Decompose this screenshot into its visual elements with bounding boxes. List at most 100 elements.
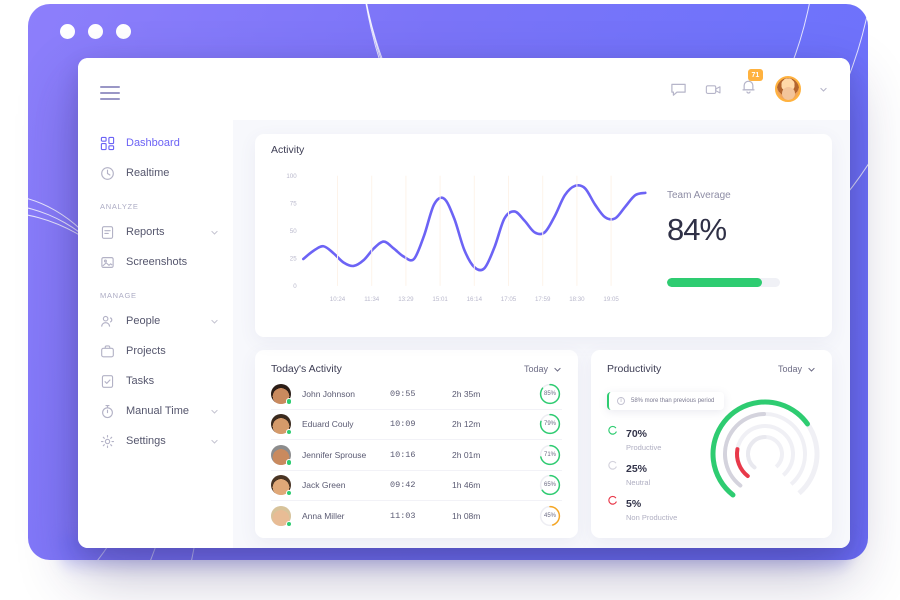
sidebar-item-label: Reports xyxy=(126,226,165,238)
document-icon xyxy=(101,225,114,239)
row-percent-ring: 79% xyxy=(538,412,562,436)
sidebar-section-manage: MANAGE xyxy=(100,291,137,300)
legend-value: 25% xyxy=(626,463,648,475)
stopwatch-icon xyxy=(102,404,113,418)
row-start-time: 10:16 xyxy=(390,449,416,460)
chevron-down-icon[interactable] xyxy=(210,317,219,326)
activity-rows: John Johnson 09:55 2h 35m 85% Eduard Couly 10… xyxy=(255,379,578,532)
notification-badge: 71 xyxy=(748,69,763,81)
row-percent-ring: 85% xyxy=(538,382,562,406)
activity-chart-card: Activity 0 25 50 75 100 10:24 11:34 13:29 15:01 1… xyxy=(255,134,832,337)
activity-chart: Activity 0 25 50 75 100 10:24 11:34 13:29 15:01 1… xyxy=(271,144,651,327)
legend-value: 5% xyxy=(626,498,642,510)
clock-icon xyxy=(101,166,114,180)
table-row[interactable]: Jack Green 09:42 1h 46m 65% xyxy=(271,471,562,501)
chevron-down-icon[interactable] xyxy=(210,437,219,446)
sidebar-item-screenshots[interactable]: Screenshots xyxy=(78,247,233,277)
row-percent-label: 79% xyxy=(543,421,556,428)
row-name: Jennifer Sprouse xyxy=(302,449,367,460)
avatar xyxy=(271,414,292,436)
avatar xyxy=(271,506,292,528)
sidebar-item-manual-time[interactable]: Manual Time xyxy=(78,396,233,426)
sidebar-item-label: Realtime xyxy=(126,167,170,179)
table-row[interactable]: Anna Miller 11:03 1h 08m 45% xyxy=(271,501,562,532)
sidebar-item-label: Dashboard xyxy=(126,137,180,149)
productivity-donut-chart xyxy=(704,393,826,515)
online-status-dot xyxy=(285,520,292,528)
today-filter-dropdown[interactable]: Today xyxy=(524,364,562,374)
team-average-panel: Team Average 84% xyxy=(651,148,816,327)
row-start-time: 10:09 xyxy=(390,419,416,430)
sidebar-item-label: Projects xyxy=(126,345,166,357)
sidebar-item-label: Tasks xyxy=(126,375,155,387)
screenshot-root: Dashboard Realtime ANALYZE Reports Scree… xyxy=(0,0,900,600)
close-button[interactable] xyxy=(60,24,75,39)
team-average-progressbar xyxy=(667,278,780,287)
sidebar-item-dashboard[interactable]: Dashboard xyxy=(78,128,233,158)
note-text: 58% more than previous period xyxy=(631,398,715,404)
row-duration: 2h 01m xyxy=(452,449,481,460)
maximize-button[interactable] xyxy=(116,24,131,39)
panel-title: Productivity xyxy=(607,363,662,375)
table-row[interactable]: Jennifer Sprouse 10:16 2h 01m 71% xyxy=(271,440,562,471)
today-filter-dropdown[interactable]: Today xyxy=(778,364,816,374)
row-percent-label: 45% xyxy=(543,513,556,520)
legend-ring-icon xyxy=(608,460,617,470)
panel-title: Today's Activity xyxy=(271,363,342,375)
chevron-down-icon[interactable] xyxy=(210,228,219,237)
legend-label: Neutral xyxy=(626,478,651,487)
notifications-button[interactable]: 71 xyxy=(740,69,763,100)
avatar xyxy=(271,475,292,497)
row-name: Anna Miller xyxy=(302,511,345,522)
legend-label: Non Productive xyxy=(626,513,678,522)
table-row[interactable]: Eduard Couly 10:09 2h 12m 79% xyxy=(271,410,562,440)
row-duration: 2h 12m xyxy=(452,419,481,430)
panel-header: Productivity Today xyxy=(591,350,832,379)
online-status-dot xyxy=(285,459,292,466)
minimize-button[interactable] xyxy=(88,24,103,39)
main-area: 71 Activity 0 25 50 75 100 10:24 11:34 13:29 15:… xyxy=(233,58,850,548)
topbar: 71 xyxy=(233,58,850,120)
row-percent-ring: 45% xyxy=(538,504,562,528)
progress-fill xyxy=(667,278,762,287)
sidebar-item-label: Settings xyxy=(126,435,166,447)
chevron-down-icon[interactable] xyxy=(819,85,828,94)
sidebar-item-people[interactable]: People xyxy=(78,306,233,336)
content-area: Activity 0 25 50 75 100 10:24 11:34 13:29 15:01 1… xyxy=(233,120,850,548)
row-duration: 2h 35m xyxy=(452,388,481,399)
sidebar-item-label: People xyxy=(126,315,161,327)
chat-icon[interactable] xyxy=(670,81,687,98)
video-camera-icon[interactable] xyxy=(705,81,722,98)
checklist-icon xyxy=(101,374,114,388)
window-traffic-lights xyxy=(60,24,131,39)
row-percent-label: 85% xyxy=(543,390,556,397)
table-row[interactable]: John Johnson 09:55 2h 35m 85% xyxy=(271,379,562,410)
gear-icon xyxy=(100,434,115,448)
avatar[interactable] xyxy=(775,76,801,102)
team-average-value: 84% xyxy=(667,212,727,247)
online-status-dot xyxy=(285,428,292,436)
row-duration: 1h 08m xyxy=(452,511,481,522)
legend-label: Productive xyxy=(626,443,662,452)
briefcase-icon xyxy=(101,344,114,357)
chevron-down-icon[interactable] xyxy=(210,407,219,416)
legend-ring-icon xyxy=(608,425,617,435)
row-percent-ring: 71% xyxy=(538,443,562,467)
todays-activity-card: Today's Activity Today John Johnson 09:55… xyxy=(255,350,578,538)
hamburger-icon[interactable] xyxy=(100,86,120,100)
team-average-label: Team Average xyxy=(667,190,731,201)
sidebar-item-realtime[interactable]: Realtime xyxy=(78,158,233,188)
sidebar-item-tasks[interactable]: Tasks xyxy=(78,366,233,396)
app-window: Dashboard Realtime ANALYZE Reports Scree… xyxy=(78,58,850,548)
sidebar-item-settings[interactable]: Settings xyxy=(78,426,233,456)
row-duration: 1h 46m xyxy=(452,480,481,491)
chevron-down-icon xyxy=(808,367,815,372)
people-icon xyxy=(101,315,113,327)
legend-ring-icon xyxy=(608,495,617,505)
panel-header: Today's Activity Today xyxy=(255,350,578,379)
sidebar-item-reports[interactable]: Reports xyxy=(78,217,233,247)
avatar xyxy=(271,383,292,405)
row-percent-label: 65% xyxy=(543,482,556,489)
row-name: Eduard Couly xyxy=(302,419,354,430)
sidebar-item-projects[interactable]: Projects xyxy=(78,336,233,366)
